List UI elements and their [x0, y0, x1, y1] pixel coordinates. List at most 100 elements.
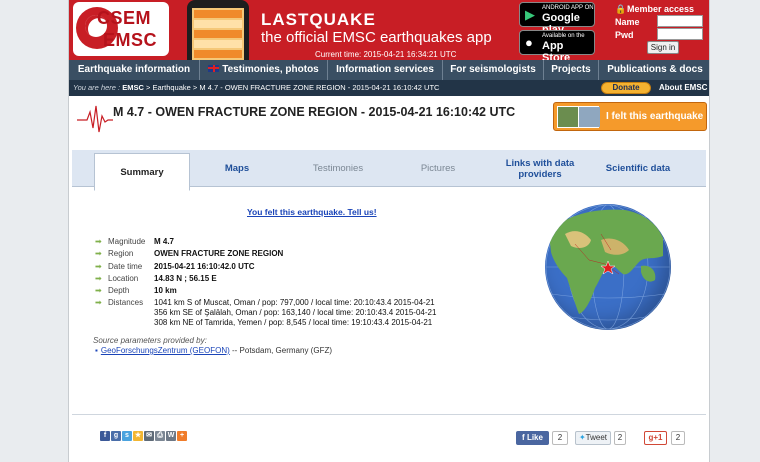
apple-icon: ● — [525, 35, 533, 50]
detail-value: 14.83 N ; 56.15 E — [154, 273, 217, 283]
tab-label: Summary — [120, 166, 164, 178]
print-share-icon[interactable]: ⎙ — [155, 431, 165, 441]
sign-in-button[interactable]: Sign in — [647, 41, 679, 54]
uk-flag-icon — [208, 64, 220, 72]
facebook-share-icon[interactable]: f — [100, 431, 110, 441]
member-access: 🔒 Member access Name Pwd Sign in — [615, 4, 709, 54]
password-input[interactable] — [657, 28, 703, 40]
twitter-bird-icon: ✦ — [578, 433, 586, 442]
google-plus-button[interactable]: g+1 — [644, 431, 667, 445]
nav-label: Testimonies, photos — [222, 64, 319, 75]
breadcrumb-current: M 4.7 - OWEN FRACTURE ZONE REGION - 2015… — [199, 83, 440, 92]
distances-list: 1041 km S of Muscat, Oman / pop: 797,000… — [154, 298, 436, 327]
emsc-logo[interactable]: CSEM EMSC — [73, 2, 169, 56]
logo-text-csem: CSEM — [97, 8, 152, 28]
app-store-badge[interactable]: ● Available on the App Store — [519, 30, 595, 64]
play-store-icon: ▶ — [525, 7, 535, 22]
donate-button[interactable]: Donate — [601, 82, 651, 94]
tab-scientific-data[interactable]: Scientific data — [588, 150, 688, 187]
email-share-icon[interactable]: ✉ — [144, 431, 154, 441]
detail-label: Date time — [108, 261, 143, 271]
page: CSEM EMSC LASTQUAKE the official EMSC ea… — [68, 0, 710, 462]
logo-text-emsc: EMSC — [103, 30, 158, 50]
distance-item: 1041 km S of Muscat, Oman / pop: 797,000… — [154, 298, 435, 308]
nav-label: For seismologists — [450, 64, 536, 75]
breadcrumb: You are here : EMSC > Earthquake > M 4.7… — [73, 83, 439, 92]
phone-app-icon[interactable] — [187, 0, 249, 60]
tweet-count: 2 — [614, 431, 626, 445]
nav-label: Publications & docs — [607, 64, 703, 75]
gplus-count: 2 — [671, 431, 685, 445]
source-provider: ▪ GeoForschungsZentrum (GEOFON) -- Potsda… — [95, 346, 332, 355]
event-tabs: Summary Maps Testimonies Pictures Links … — [72, 150, 706, 191]
detail-label: Region — [108, 249, 134, 259]
about-emsc-link[interactable]: About EMSC — [659, 83, 707, 92]
nav-testimonies-photos[interactable]: Testimonies, photos — [200, 60, 328, 80]
source-heading: Source parameters provided by: — [93, 336, 207, 345]
more-share-icon[interactable]: + — [177, 431, 187, 441]
globe-map-icon — [545, 204, 671, 330]
felt-button-label: I felt this earthquake — [606, 111, 704, 122]
detail-value: OWEN FRACTURE ZONE REGION — [154, 249, 284, 259]
detail-label: Location — [108, 273, 139, 283]
detail-value: M 4.7 — [154, 237, 175, 246]
detail-value: 2015-04-21 16:10:42.0 UTC — [154, 261, 255, 271]
tab-pictures[interactable]: Pictures — [390, 150, 486, 187]
myspace-share-icon[interactable]: s — [122, 431, 132, 441]
google-share-icon[interactable]: g — [111, 431, 121, 441]
like-label: Like — [526, 433, 543, 442]
nav-publications-docs[interactable]: Publications & docs — [599, 60, 709, 80]
arrow-icon: ➡ — [95, 298, 102, 308]
tab-label: Testimonies — [312, 163, 364, 174]
nav-earthquake-information[interactable]: Earthquake information — [69, 60, 200, 80]
tweet-label: Tweet — [585, 433, 608, 442]
detail-value: 10 km — [154, 286, 177, 296]
google-play-badge[interactable]: ▶ ANDROID APP ON Google play — [519, 2, 595, 36]
blogger-share-icon[interactable]: W — [166, 431, 176, 441]
tab-summary[interactable]: Summary — [94, 153, 190, 191]
breadcrumb-bar: You are here : EMSC > Earthquake > M 4.7… — [69, 80, 709, 96]
current-time: Current time: 2015-04-21 16:34:21 UTC — [315, 50, 457, 59]
breadcrumb-link-emsc[interactable]: EMSC — [122, 83, 144, 92]
breadcrumb-link-earthquake[interactable]: Earthquake — [152, 83, 190, 92]
arrow-icon: ➡ — [95, 261, 102, 271]
lock-icon: 🔒 — [615, 4, 627, 14]
app-store-small-text: Available on the — [542, 33, 585, 39]
social-bar: f g s ★ ✉ ⎙ W + f Like 2 ✦Tweet 2 g+1 2 — [72, 414, 706, 462]
nav-for-seismologists[interactable]: For seismologists — [443, 60, 544, 80]
provider-suffix: -- Potsdam, Germany (GFZ) — [229, 346, 332, 355]
facebook-like-button[interactable]: f Like — [516, 431, 549, 445]
detail-label: Depth — [108, 286, 130, 296]
epicenter-globe-map[interactable] — [545, 204, 671, 330]
tab-links-with-data-providers[interactable]: Links with data providers — [492, 150, 588, 187]
nav-projects[interactable]: Projects — [544, 60, 599, 80]
bookmark-share-icon[interactable]: ★ — [133, 431, 143, 441]
tab-maps[interactable]: Maps — [192, 150, 282, 187]
like-count: 2 — [552, 431, 568, 445]
felt-photos-icon — [557, 106, 600, 128]
tab-testimonies[interactable]: Testimonies — [288, 150, 388, 187]
nav-label: Projects — [551, 64, 591, 75]
i-felt-this-earthquake-button[interactable]: I felt this earthquake — [553, 102, 707, 131]
site-header: CSEM EMSC LASTQUAKE the official EMSC ea… — [69, 0, 709, 64]
arrow-icon: ➡ — [95, 249, 102, 259]
share-icons: f g s ★ ✉ ⎙ W + — [100, 431, 187, 441]
tweet-button[interactable]: ✦Tweet — [575, 431, 611, 445]
felt-earthquake-link[interactable]: You felt this earthquake. Tell us! — [247, 207, 377, 217]
pwd-label: Pwd — [615, 30, 634, 40]
detail-label: Distances — [108, 298, 144, 308]
arrow-icon: ➡ — [95, 237, 102, 246]
name-input[interactable] — [657, 15, 703, 27]
arrow-icon: ➡ — [95, 286, 102, 296]
nav-label: Earthquake information — [77, 64, 191, 75]
app-title[interactable]: LASTQUAKE — [261, 10, 376, 30]
distance-item: 356 km SE of Şalālah, Oman / pop: 163,14… — [154, 308, 437, 318]
nav-information-services[interactable]: Information services — [328, 60, 443, 80]
app-subtitle[interactable]: the official EMSC earthquakes app — [261, 29, 492, 46]
google-play-small-text: ANDROID APP ON — [542, 5, 594, 11]
main-nav: Earthquake information Testimonies, phot… — [69, 60, 709, 80]
nav-label: Information services — [336, 64, 434, 75]
provider-link-geofon[interactable]: GeoForschungsZentrum (GEOFON) — [101, 346, 230, 355]
tab-label: Maps — [224, 163, 250, 174]
bullet-icon: ▪ — [95, 346, 98, 355]
